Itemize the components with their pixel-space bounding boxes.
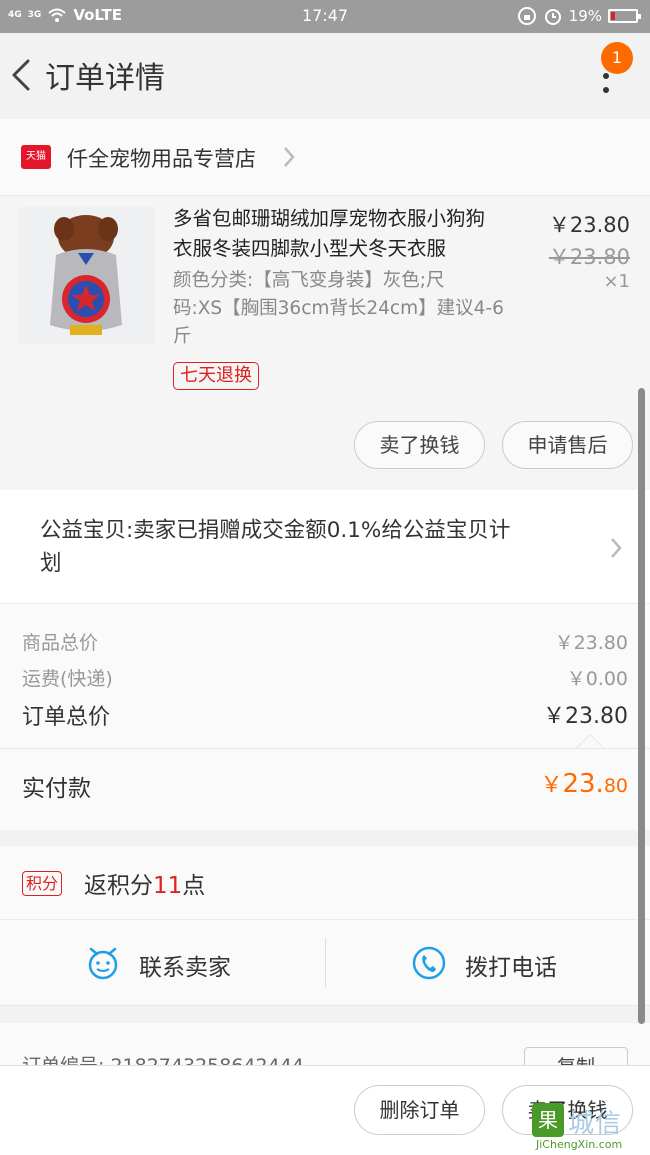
product-title-line2: 衣服冬装四脚款小型犬冬天衣服 [173, 237, 447, 260]
copy-button[interactable]: 复制 [524, 1047, 628, 1065]
watermark-url: JiChengXin.com [536, 1138, 623, 1151]
order-info: 订单编号: 2182743258642444 复制 [0, 1023, 650, 1065]
paid-amount: ￥23.80 [540, 767, 628, 799]
points-count: 11 [153, 873, 183, 899]
order-total-value: ￥23.80 [543, 704, 628, 729]
summary-divider [0, 748, 650, 749]
order-number-value: 2182743258642444 [110, 1055, 303, 1065]
points-tag: 积分 [22, 871, 63, 896]
watermark-logo: 果 [532, 1103, 564, 1137]
shipping-value: ￥0.00 [566, 668, 628, 690]
delete-order-button[interactable]: 删除订单 [354, 1085, 485, 1135]
page-title: 订单详情 [45, 61, 165, 96]
points-text: 返积分11点 [84, 866, 205, 900]
after-sale-button[interactable]: 申请售后 [502, 421, 633, 469]
product-spec-line1: 颜色分类:【高飞变身装】灰色;尺 [173, 270, 445, 291]
product-price: ￥23.80 [548, 213, 630, 237]
scrollbar[interactable] [638, 388, 645, 1024]
order-total-label: 订单总价 [22, 705, 111, 730]
contact-divider [325, 938, 326, 988]
points-row: 积分 返积分11点 [0, 846, 650, 920]
paid-currency: ￥ [540, 773, 563, 798]
shop-name[interactable]: 仟全宠物用品专营店 [67, 143, 256, 173]
rotation-lock-icon [517, 7, 536, 25]
product-title-line1: 多省包邮珊瑚绒加厚宠物衣服小狗狗 [173, 207, 486, 230]
paid-label: 实付款 [22, 776, 91, 802]
watermark-text: 城信 [568, 1109, 623, 1139]
battery-percent: 19% [568, 7, 602, 25]
watermark: 果 城信 JiChengXin.com [532, 1098, 650, 1155]
phone-icon[interactable] [411, 945, 447, 981]
product-title[interactable]: 多省包邮珊瑚绒加厚宠物衣服小狗狗 衣服冬装四脚款小型犬冬天衣服 [173, 204, 533, 264]
charity-line2: 划 [40, 551, 62, 576]
contact-row: 联系卖家 拨打电话 [0, 920, 650, 1006]
call-phone-button[interactable]: 拨打电话 [465, 948, 557, 982]
chevron-right-icon [611, 538, 622, 558]
shipping-label: 运费(快递) [22, 668, 113, 690]
alarm-icon [544, 9, 561, 25]
points-suffix: 点 [182, 873, 206, 899]
goods-total-label: 商品总价 [22, 632, 99, 654]
product-image[interactable] [18, 207, 155, 344]
charity-row[interactable]: 公益宝贝:卖家已捐赠成交金额0.1%给公益宝贝计 划 [0, 490, 650, 604]
product-spec-line3: 斤 [173, 326, 192, 347]
product-original-price: ￥23.80 [548, 245, 630, 269]
points-prefix: 返积分 [84, 873, 153, 899]
chat-icon[interactable] [85, 945, 121, 981]
tmall-icon: 天猫 [21, 145, 51, 169]
product-card[interactable]: 多省包邮珊瑚绒加厚宠物衣服小狗狗 衣服冬装四脚款小型犬冬天衣服 颜色分类:【高飞… [0, 196, 650, 490]
price-summary: 商品总价 ￥23.80 运费(快递) ￥0.00 订单总价 ￥23.80 实付款… [0, 604, 650, 830]
product-quantity: ×1 [603, 271, 630, 292]
goods-total-value: ￥23.80 [554, 632, 628, 654]
shop-row[interactable]: 天猫 仟全宠物用品专营店 [0, 119, 650, 196]
chevron-right-icon [284, 147, 295, 167]
product-spec: 颜色分类:【高飞变身装】灰色;尺 码:XS【胸围36cm背长24cm】建议4-6… [173, 267, 533, 351]
notification-badge: 1 [601, 42, 633, 74]
order-number-label: 订单编号: [22, 1055, 104, 1065]
charity-text: 公益宝贝:卖家已捐赠成交金额0.1%给公益宝贝计 划 [40, 514, 590, 580]
charity-line1: 公益宝贝:卖家已捐赠成交金额0.1%给公益宝贝计 [40, 518, 511, 543]
status-right: 19% [517, 6, 641, 26]
back-arrow-icon[interactable] [8, 55, 38, 95]
header: 订单详情 1 [0, 33, 650, 119]
product-spec-line2: 码:XS【胸围36cm背长24cm】建议4-6 [173, 298, 504, 319]
battery-icon [608, 9, 641, 23]
sell-for-cash-button[interactable]: 卖了换钱 [354, 421, 485, 469]
contact-seller-button[interactable]: 联系卖家 [139, 948, 231, 982]
seven-day-return-tag: 七天退换 [173, 362, 259, 390]
paid-decimal: 80 [603, 775, 628, 797]
order-number: 订单编号: 2182743258642444 [22, 1051, 304, 1065]
status-bar: 4G 3G VoLTE 17:47 19% [0, 0, 650, 33]
paid-integer: 23. [562, 769, 604, 799]
